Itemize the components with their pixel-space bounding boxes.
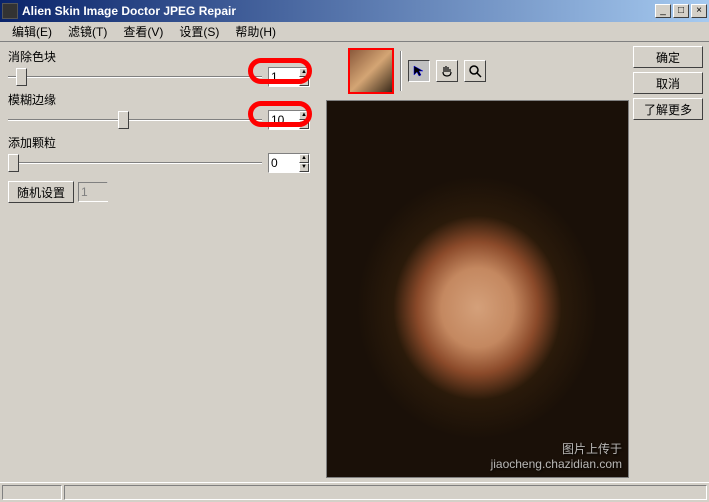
hand-icon (440, 64, 454, 78)
app-icon (2, 3, 18, 19)
spin-down-icon[interactable]: ▼ (299, 120, 309, 129)
menu-filter[interactable]: 滤镜(T) (60, 21, 115, 42)
status-cell-1 (2, 485, 62, 500)
add-grain-row: 添加颗粒 ▲▼ (8, 134, 310, 173)
pointer-tool[interactable] (408, 60, 430, 82)
window-title: Alien Skin Image Doctor JPEG Repair (22, 4, 653, 18)
zoom-icon (468, 64, 482, 78)
preview-thumbnail[interactable] (348, 48, 394, 94)
remove-blocks-label: 消除色块 (8, 48, 310, 65)
content-area: 消除色块 ▲▼ 模糊边缘 (0, 42, 709, 482)
spin-up-icon[interactable]: ▲ (299, 111, 309, 120)
spin-up-icon[interactable]: ▲ (299, 68, 309, 77)
close-button[interactable]: × (691, 4, 707, 18)
spin-down-icon[interactable]: ▼ (299, 77, 309, 86)
zoom-tool[interactable] (464, 60, 486, 82)
menu-view[interactable]: 查看(V) (115, 21, 171, 42)
remove-blocks-input[interactable] (269, 68, 299, 86)
blur-edges-input[interactable] (269, 111, 299, 129)
maximize-button[interactable]: □ (673, 4, 689, 18)
status-cell-2 (64, 485, 707, 500)
add-grain-input[interactable] (269, 154, 299, 172)
menu-settings[interactable]: 设置(S) (171, 21, 227, 42)
thumbnail-strip (348, 48, 486, 94)
more-button[interactable]: 了解更多 (633, 98, 703, 120)
watermark-line2: jiaocheng.chazidian.com (491, 457, 622, 471)
spin-down-icon[interactable]: ▼ (299, 163, 309, 172)
spin-up-icon[interactable]: ▲ (299, 154, 309, 163)
add-grain-label: 添加颗粒 (8, 134, 310, 151)
controls-panel: 消除色块 ▲▼ 模糊边缘 (0, 42, 318, 482)
random-value-input (79, 183, 109, 201)
image-preview[interactable]: 图片上传于 jiaocheng.chazidian.com (326, 100, 629, 478)
add-grain-slider[interactable] (8, 153, 262, 173)
menubar: 编辑(E) 滤镜(T) 查看(V) 设置(S) 帮助(H) (0, 22, 709, 42)
blur-edges-slider[interactable] (8, 110, 262, 130)
random-value-field (78, 182, 108, 202)
remove-blocks-row: 消除色块 ▲▼ (8, 48, 310, 87)
blur-edges-label: 模糊边缘 (8, 91, 310, 108)
preview-area: 确定 取消 了解更多 图片上传于 jiaocheng.chazidian.com (318, 42, 709, 482)
dialog-buttons: 确定 取消 了解更多 (633, 46, 703, 120)
hand-tool[interactable] (436, 60, 458, 82)
titlebar: Alien Skin Image Doctor JPEG Repair _ □ … (0, 0, 709, 22)
menu-help[interactable]: 帮助(H) (227, 21, 284, 42)
statusbar (0, 482, 709, 502)
random-button[interactable]: 随机设置 (8, 181, 74, 203)
remove-blocks-field[interactable]: ▲▼ (268, 67, 310, 87)
add-grain-field[interactable]: ▲▼ (268, 153, 310, 173)
remove-blocks-slider[interactable] (8, 67, 262, 87)
watermark-line1: 图片上传于 (491, 440, 622, 457)
ok-button[interactable]: 确定 (633, 46, 703, 68)
blur-edges-field[interactable]: ▲▼ (268, 110, 310, 130)
preview-image-content: 图片上传于 jiaocheng.chazidian.com (327, 101, 628, 477)
menu-edit[interactable]: 编辑(E) (4, 21, 60, 42)
minimize-button[interactable]: _ (655, 4, 671, 18)
cancel-button[interactable]: 取消 (633, 72, 703, 94)
watermark: 图片上传于 jiaocheng.chazidian.com (491, 440, 622, 471)
pointer-icon (412, 64, 426, 78)
blur-edges-row: 模糊边缘 ▲▼ (8, 91, 310, 130)
